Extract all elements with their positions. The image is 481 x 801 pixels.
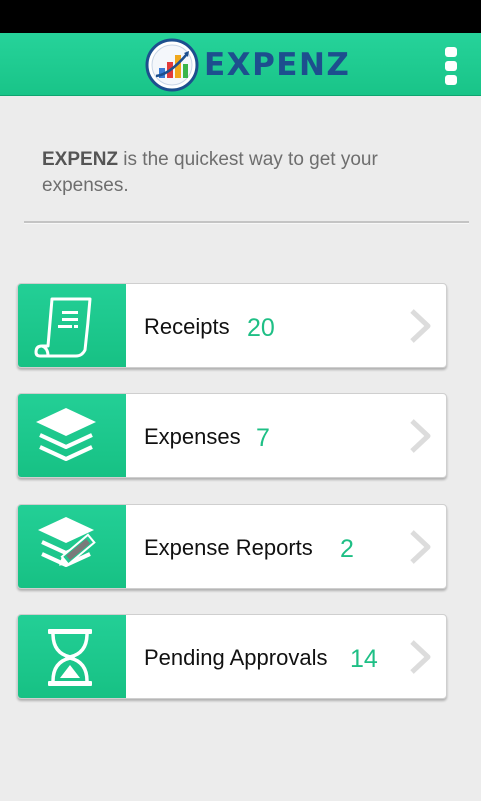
app-bar: EXPENZ [0,33,481,96]
chevron-right-icon [410,419,431,453]
overflow-menu-button[interactable] [437,44,465,88]
menu-dot-icon [445,47,457,57]
pending-approvals-count: 14 [350,645,378,673]
menu-dot-icon [445,61,457,71]
intro-brand: EXPENZ [42,149,119,170]
menu-dot-icon [445,75,457,85]
pending-approvals-menu-item[interactable]: Pending Approvals 14 [17,614,447,699]
app-title: EXPENZ [204,47,351,83]
pending-approvals-label: Pending Approvals [144,645,328,670]
status-bar [0,0,481,33]
report-edit-icon [18,505,126,588]
stack-layers-icon [18,394,126,477]
expenses-label: Expenses [144,424,241,449]
intro-text: EXPENZ is the quickest way to get your e… [42,147,452,199]
bar-chart-logo-icon [145,38,199,92]
expenses-count: 7 [256,424,270,452]
chevron-right-icon [410,640,431,674]
hourglass-icon [18,615,126,698]
receipt-icon [18,284,126,367]
divider [24,221,469,224]
chevron-right-icon [410,309,431,343]
receipts-menu-item[interactable]: Receipts 20 [17,283,447,368]
chevron-right-icon [410,530,431,564]
receipts-label: Receipts [144,314,230,339]
expenses-menu-item[interactable]: Expenses 7 [17,393,447,478]
expense-reports-count: 2 [340,535,354,563]
receipts-count: 20 [247,314,275,342]
expense-reports-label: Expense Reports [144,535,313,560]
expense-reports-menu-item[interactable]: Expense Reports 2 [17,504,447,589]
